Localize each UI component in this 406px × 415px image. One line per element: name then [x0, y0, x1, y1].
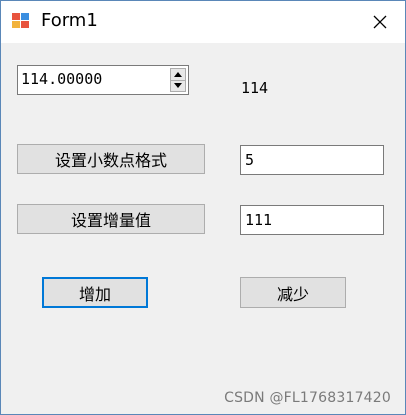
numeric-updown-value[interactable]: 114.00000 — [21, 70, 102, 88]
watermark: CSDN @FL1768317420 — [224, 390, 391, 406]
form-window: Form1 114.00000 114 设置小数点格式 5 设置增量值 111 … — [0, 0, 406, 415]
increment-textbox[interactable]: 111 — [240, 205, 384, 235]
set-decimal-format-button[interactable]: 设置小数点格式 — [17, 144, 205, 174]
spin-down-button[interactable] — [171, 80, 185, 91]
spin-buttons[interactable] — [170, 68, 186, 92]
close-icon — [373, 15, 387, 29]
decimal-places-value[interactable]: 5 — [245, 151, 254, 169]
decrease-button[interactable]: 减少 — [240, 277, 346, 308]
close-button[interactable] — [357, 1, 403, 43]
title-bar[interactable]: Form1 — [1, 1, 405, 43]
numeric-updown[interactable]: 114.00000 — [17, 65, 189, 95]
arrow-down-icon — [174, 83, 182, 88]
value-label: 114 — [241, 79, 269, 97]
increase-button[interactable]: 增加 — [42, 277, 148, 308]
arrow-up-icon — [174, 72, 182, 77]
increment-value[interactable]: 111 — [245, 211, 272, 229]
window-title: Form1 — [41, 10, 98, 31]
decimal-places-textbox[interactable]: 5 — [240, 145, 384, 175]
set-increment-button[interactable]: 设置增量值 — [17, 204, 205, 234]
winforms-app-icon — [12, 13, 30, 29]
